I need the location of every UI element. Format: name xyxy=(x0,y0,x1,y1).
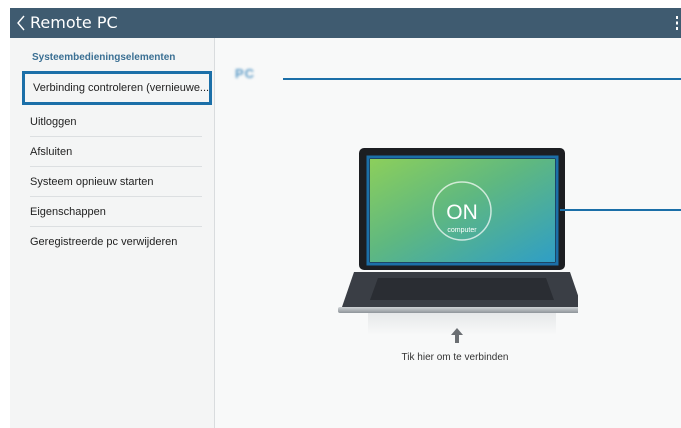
sidebar-item-label: Geregistreerde pc verwijderen xyxy=(30,236,178,248)
app-title: Remote PC xyxy=(30,13,118,32)
sidebar-item-label: Afsluiten xyxy=(30,146,73,158)
connect-hint[interactable]: Tik hier om te verbinden xyxy=(335,352,575,363)
sidebar-item-label: Verbinding controleren (vernieuwe... xyxy=(33,82,210,94)
sidebar-header: Systeembedieningselementen xyxy=(32,52,176,63)
screen-status: ON xyxy=(446,201,478,224)
chevron-left-icon[interactable] xyxy=(16,15,26,31)
remote-pc-screen: Remote PC Systeembedieningselementen Ver… xyxy=(10,8,681,428)
more-vertical-icon[interactable] xyxy=(675,15,679,31)
section-label: PC xyxy=(235,66,256,81)
sidebar-item-properties[interactable]: Eigenschappen xyxy=(22,197,212,227)
arrow-up-icon xyxy=(451,328,463,343)
sidebar-item-restart[interactable]: Systeem opnieuw starten xyxy=(22,167,212,197)
sidebar-item-shut-down[interactable]: Afsluiten xyxy=(22,137,212,167)
screen-subtitle: computer xyxy=(447,227,477,234)
laptop-base xyxy=(338,307,578,313)
sidebar-item-label: Uitloggen xyxy=(30,116,77,128)
sidebar-item-check-connection[interactable]: Verbinding controleren (vernieuwe... xyxy=(22,71,212,105)
laptop-keyboard xyxy=(370,278,554,300)
sidebar-item-remove-pc[interactable]: Geregistreerde pc verwijderen xyxy=(22,227,212,257)
sidebar-item-label: Eigenschappen xyxy=(30,206,106,218)
callout-line xyxy=(283,78,681,80)
main-panel: PC ON computer Tik hier om te verbinden xyxy=(215,38,681,428)
sidebar-item-label: Systeem opnieuw starten xyxy=(30,176,154,188)
pc-laptop[interactable]: ON computer xyxy=(328,148,578,338)
callout-line xyxy=(560,209,681,211)
action-bar: Remote PC xyxy=(10,8,681,38)
sidebar: Systeembedieningselementen Verbinding co… xyxy=(10,38,215,428)
sidebar-item-log-out[interactable]: Uitloggen xyxy=(22,107,212,137)
